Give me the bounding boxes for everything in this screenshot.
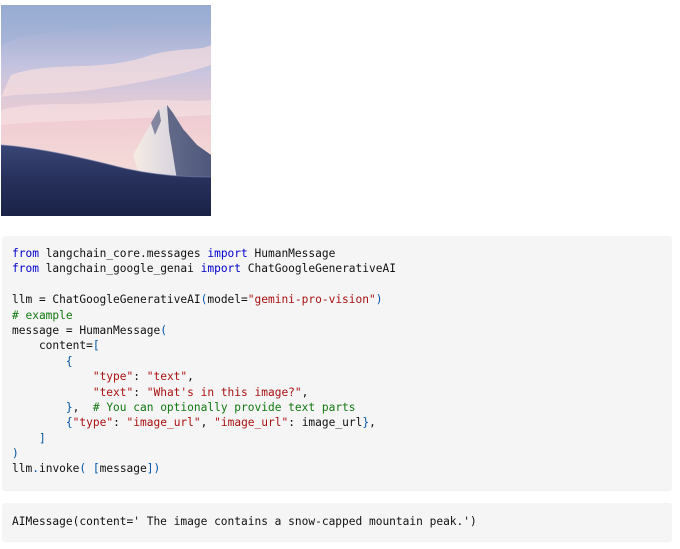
code-token: ) (12, 447, 19, 461)
code-token: , (369, 416, 376, 430)
code-token: HumanMessage (247, 247, 336, 260)
code-line: { (12, 354, 396, 369)
code-block[interactable]: from langchain_core.messages import Huma… (12, 246, 396, 477)
code-token: message (99, 462, 147, 476)
code-line: "type": "text", (12, 369, 396, 384)
code-token: llm (12, 462, 33, 476)
code-token: "image_url" (126, 416, 201, 430)
code-token: "text" (92, 385, 134, 399)
code-line: "text": "What's in this image?", (12, 385, 396, 400)
mountain-photo (1, 5, 211, 216)
code-line: llm = ChatGoogleGenerativeAI(model="gemi… (12, 292, 396, 307)
code-token: : (113, 416, 127, 430)
code-cell[interactable]: from langchain_core.messages import Huma… (2, 236, 672, 490)
code-line: llm.invoke( [message]) (12, 461, 396, 476)
code-token: "text" (146, 370, 188, 384)
code-line: message = HumanMessage( (12, 323, 396, 338)
code-token: ]) (146, 462, 161, 476)
code-token: from (12, 262, 39, 276)
code-line: ) (12, 446, 396, 461)
code-token: invoke (38, 462, 80, 476)
code-token: # You can optionally provide text parts (92, 400, 356, 414)
code-token: , (187, 370, 194, 384)
code-token: , (72, 400, 93, 414)
code-token: content= (12, 339, 93, 353)
code-token: import (200, 262, 242, 276)
code-token: "gemini-pro-vision" (247, 293, 376, 307)
code-token: , (301, 385, 309, 399)
code-token: "image_url" (214, 416, 289, 430)
code-token: ( [ (79, 462, 100, 476)
code-token: langchain_core.messages (38, 247, 208, 260)
code-token: from (12, 247, 39, 260)
code-line: content=[ (12, 338, 396, 353)
code-token: message = HumanMessage (12, 323, 161, 337)
code-token: . (32, 462, 39, 476)
code-token: ( (160, 323, 167, 337)
code-token: ) (375, 293, 383, 307)
code-token: : (133, 370, 147, 384)
code-token: # example (12, 308, 73, 322)
output-text: AIMessage(content=' The image contains a… (12, 515, 477, 528)
code-token: langchain_google_genai (38, 262, 201, 276)
code-token: } (12, 400, 73, 414)
code-line: }, # You can optionally provide text par… (12, 400, 396, 415)
code-token: import (207, 247, 248, 260)
code-token: , (200, 416, 215, 430)
code-token: : (133, 385, 147, 399)
code-token: llm = ChatGoogleGenerativeAI (12, 293, 201, 307)
code-token: ] (12, 431, 46, 445)
code-token: model= (207, 293, 248, 307)
code-line: {"type": "image_url", "image_url": image… (12, 415, 396, 430)
output-cell: AIMessage(content=' The image contains a… (2, 503, 672, 541)
code-token: : image_url (288, 416, 363, 430)
code-token: "type" (72, 416, 114, 430)
code-token: "type" (92, 370, 134, 384)
code-line: ] (12, 431, 396, 446)
code-line: from langchain_core.messages import Huma… (12, 246, 396, 261)
code-token: [ (92, 339, 100, 353)
code-token: { (12, 354, 73, 368)
code-line: # example (12, 308, 396, 323)
code-token: { (65, 416, 73, 430)
code-line: from langchain_google_genai import ChatG… (12, 261, 396, 276)
code-token: ChatGoogleGenerativeAI (241, 262, 396, 276)
code-token: "What's in this image?" (146, 385, 302, 399)
